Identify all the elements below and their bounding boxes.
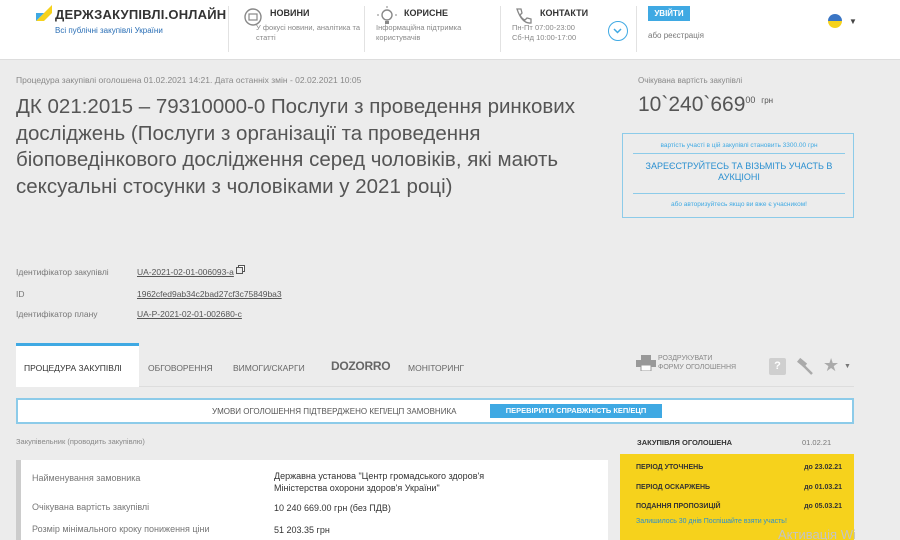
logo-icon[interactable] xyxy=(36,5,52,21)
register-link[interactable]: або реєстрація xyxy=(648,31,704,40)
customer-section-title: Закупівельник (проводить закупівлю) xyxy=(16,437,145,446)
divider xyxy=(633,153,845,154)
printer-icon[interactable] xyxy=(636,355,656,371)
divider xyxy=(500,6,501,52)
contacts-menu[interactable]: КОНТАКТИ Пн-Пт 07:00-23:00 Сб-Нд 10:00-1… xyxy=(512,6,604,52)
useful-desc: Інформаційна підтримка користувачів xyxy=(376,23,462,42)
tab-procedure-label: ПРОЦЕДУРА ЗАКУПІВЛІ xyxy=(24,363,122,373)
star-icon[interactable]: ★ xyxy=(823,355,839,376)
id-value[interactable]: 1962cfed9ab34c2bad27cf3c75849ba3 xyxy=(137,289,282,299)
tab-discussion[interactable]: ОБГОВОРЕННЯ xyxy=(148,363,213,373)
tab-dozorro[interactable]: DOZORRO xyxy=(331,359,391,373)
publication-info: Процедура закупівлі оголошена 01.02.2021… xyxy=(16,75,362,85)
logo-text[interactable]: ДЕРЖЗАКУПІВЛІ.ОНЛАЙН xyxy=(55,7,226,22)
id-label: ID xyxy=(16,289,25,299)
table-row-label: Найменування замовника xyxy=(32,473,141,483)
contacts-hours: Пн-Пт 07:00-23:00 Сб-Нд 10:00-17:00 xyxy=(512,23,577,42)
divider xyxy=(228,6,229,52)
plan-id-label: Ідентифікатор плану xyxy=(16,309,98,319)
print-form-link[interactable]: РОЗДРУКУВАТИ ФОРМУ ОГОЛОШЕННЯ xyxy=(658,354,736,372)
contacts-title: КОНТАКТИ xyxy=(540,8,589,18)
copy-icon[interactable] xyxy=(235,267,243,274)
useful-title: КОРИСНЕ xyxy=(404,8,448,18)
customer-info-table: Найменування замовника Державна установа… xyxy=(16,460,608,540)
budget-value: 10`240`66900 грн xyxy=(638,93,774,116)
tender-id-label: Ідентифікатор закупівлі xyxy=(16,267,109,277)
verify-ecp-button[interactable]: ПЕРЕВІРИТИ СПРАВЖНІСТЬ КЕП/ЕЦП xyxy=(490,404,662,418)
site-header: ДЕРЖЗАКУПІВЛІ.ОНЛАЙН Всі публічні закупі… xyxy=(0,0,900,60)
hammer-icon[interactable] xyxy=(796,357,814,375)
logo-tagline: Всі публічні закупівлі України xyxy=(55,26,163,35)
divider xyxy=(16,460,21,540)
plan-id-value[interactable]: UA-P-2021-02-01-002680-c xyxy=(137,309,242,319)
authorize-link[interactable]: або авторизуйтесь якщо ви вже є учаснико… xyxy=(623,201,855,208)
caret-down-icon[interactable]: ▼ xyxy=(849,17,857,26)
caret-down-icon[interactable]: ▼ xyxy=(844,363,851,370)
ecp-banner: УМОВИ ОГОЛОШЕННЯ ПІДТВЕРДЖЕНО КЕП/ЕЦП ЗА… xyxy=(16,398,854,424)
divider xyxy=(16,386,854,387)
table-row-label: Розмір мінімального кроку пониження ціни xyxy=(32,524,210,534)
chevron-down-icon[interactable] xyxy=(608,21,628,41)
language-flag-icon[interactable] xyxy=(828,14,842,28)
news-desc: У фокусі новини, аналітика та статті xyxy=(256,23,361,42)
divider xyxy=(636,6,637,52)
register-participate-link[interactable]: ЗАРЕЄСТРУЙТЕСЬ ТА ВІЗЬМІТЬ УЧАСТЬ В АУКЦ… xyxy=(635,161,843,183)
os-activation-watermark: Активація Wi xyxy=(778,527,856,540)
tab-complaints[interactable]: ВИМОГИ/СКАРГИ xyxy=(233,363,305,373)
help-icon[interactable]: ? xyxy=(769,358,786,375)
useful-menu[interactable]: КОРИСНЕ Інформаційна підтримка користува… xyxy=(376,6,496,52)
tab-monitoring[interactable]: МОНІТОРИНГ xyxy=(408,363,464,373)
timeline-title: ЗАКУПІВЛЯ ОГОЛОШЕНА xyxy=(637,438,733,447)
news-menu[interactable]: НОВИНИ У фокусі новини, аналітика та ста… xyxy=(242,6,362,52)
timeline-date: 01.02.21 xyxy=(802,438,832,447)
table-row-value: 10 240 669.00 грн (без ПДВ) xyxy=(274,503,391,513)
divider xyxy=(633,193,845,194)
tender-id-value[interactable]: UA-2021-02-01-006093-a xyxy=(137,267,243,277)
table-row-label: Очікувана вартість закупівлі xyxy=(32,502,150,512)
login-button[interactable]: УВІЙТИ xyxy=(648,6,690,21)
time-remaining-text: Залишилось 30 днів Поспішайте взяти учас… xyxy=(636,518,787,525)
budget-label: Очікувана вартість закупівлі xyxy=(638,76,743,85)
divider xyxy=(364,6,365,52)
table-row-value: 51 203.35 грн xyxy=(274,525,330,535)
page-title: ДК 021:2015 – 79310000-0 Послуги з прове… xyxy=(16,95,575,198)
participation-cost: вартість участі в цій закупівлі становит… xyxy=(660,142,818,149)
table-row-value: Державна установа "Центр громадського зд… xyxy=(274,471,485,493)
tab-procedure[interactable]: ПРОЦЕДУРА ЗАКУПІВЛІ xyxy=(16,343,139,387)
ecp-confirmed-text: УМОВИ ОГОЛОШЕННЯ ПІДТВЕРДЖЕНО КЕП/ЕЦП ЗА… xyxy=(212,407,457,416)
participation-box: вартість участі в цій закупівлі становит… xyxy=(622,133,854,218)
news-title: НОВИНИ xyxy=(270,8,310,18)
